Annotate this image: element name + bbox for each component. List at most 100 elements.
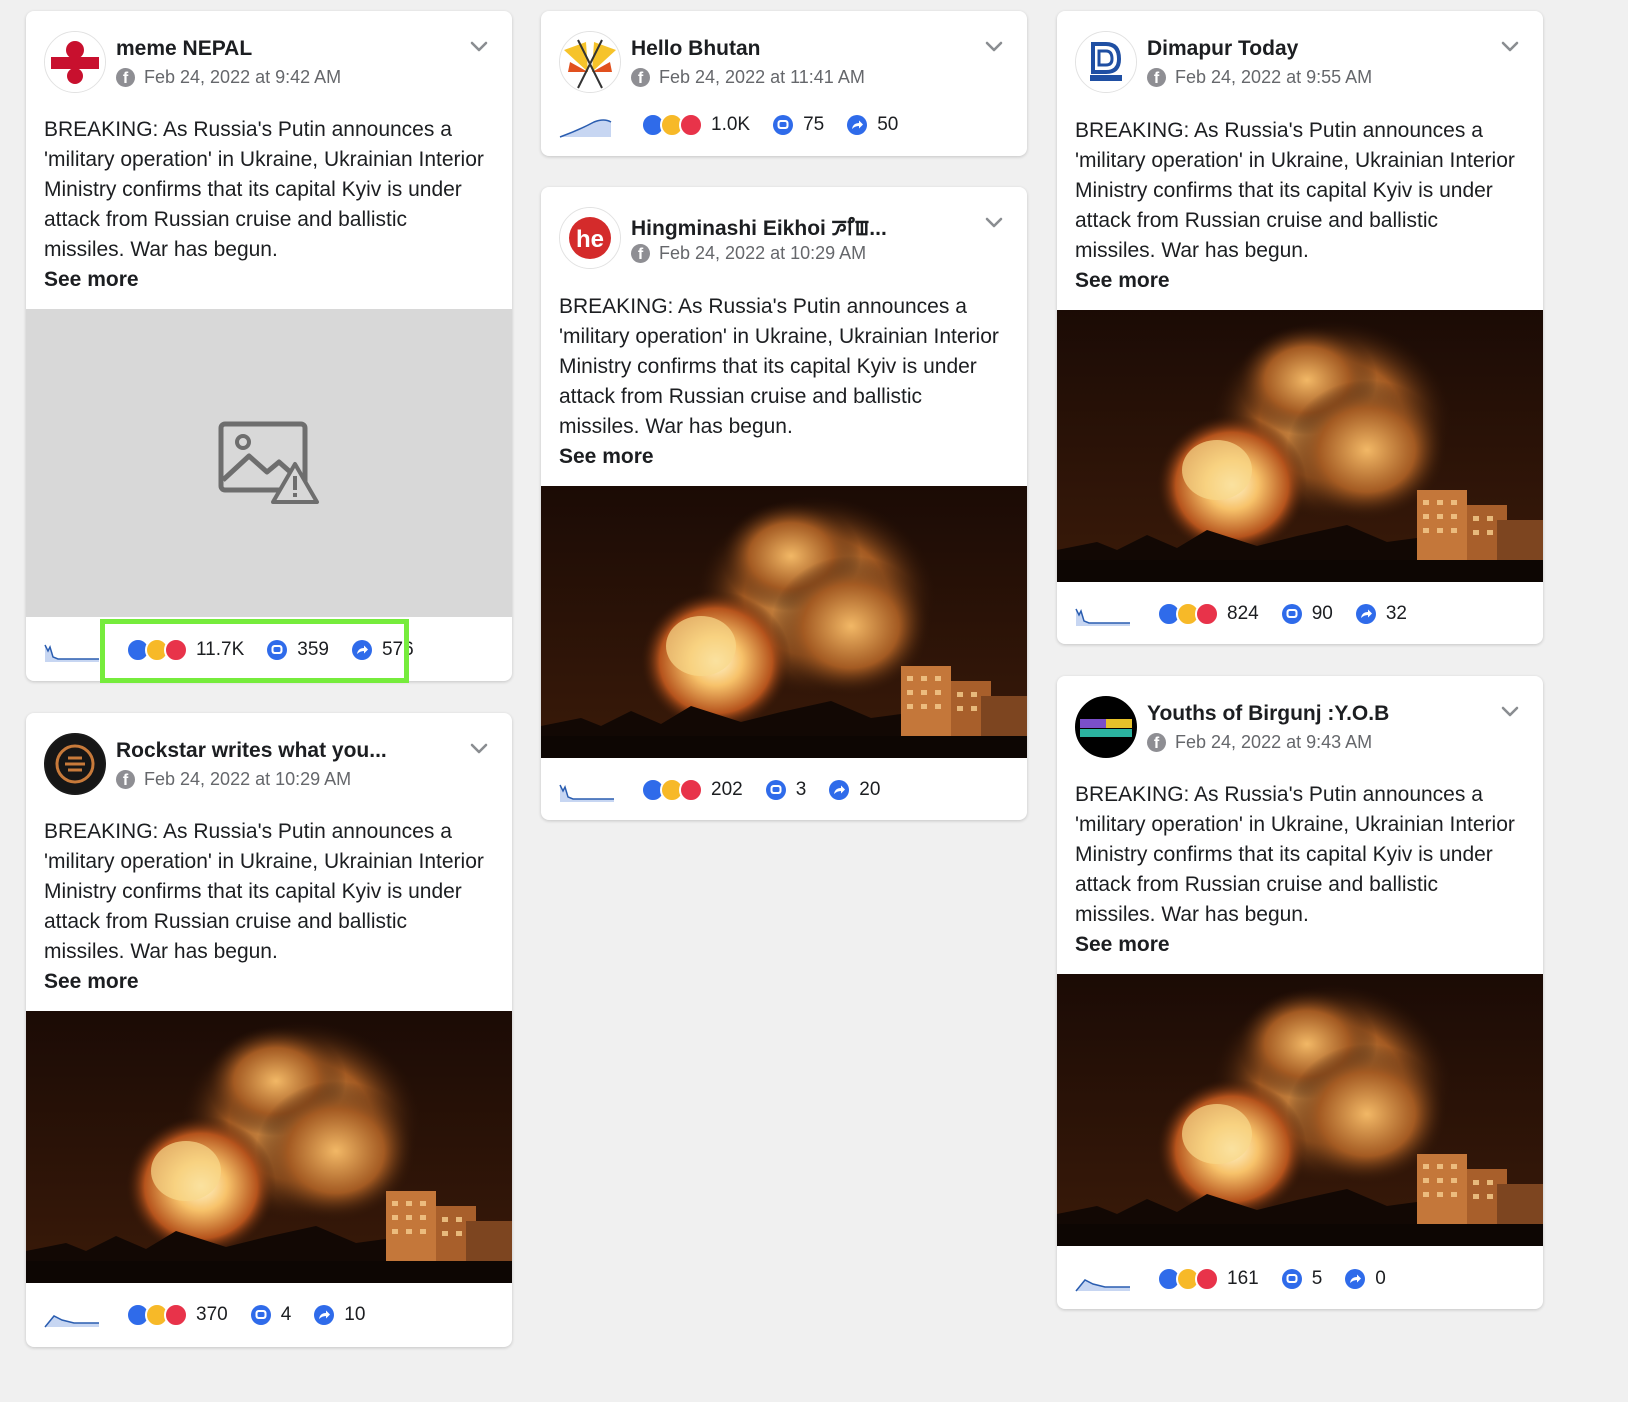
reactions-icon — [1157, 1267, 1219, 1291]
chevron-down-icon[interactable] — [1499, 700, 1521, 722]
shares-count: 0 — [1375, 1268, 1386, 1289]
page-name[interactable]: Dimapur Today — [1147, 37, 1298, 61]
sparkline-chart[interactable] — [559, 112, 615, 138]
facebook-icon: f — [1147, 733, 1166, 752]
post-header: he Hingminashi Eikhoi ꯍꯤꯡ... f Feb 24, 2… — [559, 207, 1009, 271]
hingminashi-logo-icon: he — [560, 208, 620, 268]
post-stats: 824 90 32 — [1075, 598, 1429, 630]
reactions-icon — [641, 778, 703, 802]
post-timestamp[interactable]: Feb 24, 2022 at 9:43 AM — [1175, 732, 1372, 753]
post-card: Youths of Birgunj :Y.O.B f Feb 24, 2022 … — [1057, 676, 1543, 1309]
facebook-icon: f — [116, 68, 135, 87]
comment-icon — [250, 1304, 272, 1326]
post-header: meme NEPAL f Feb 24, 2022 at 9:42 AM — [44, 31, 494, 95]
reactions-count: 824 — [1227, 603, 1259, 624]
youths-of-birgunj-logo-icon — [1076, 697, 1136, 757]
chevron-down-icon[interactable] — [983, 211, 1005, 233]
avatar[interactable]: he — [559, 207, 621, 269]
reactions-icon — [1157, 602, 1219, 626]
post-meta: f Feb 24, 2022 at 9:42 AM — [116, 67, 341, 88]
page-name[interactable]: Hingminashi Eikhoi ꯍꯤꯡ... — [631, 213, 887, 242]
sparkline-chart[interactable] — [44, 637, 100, 663]
love-icon — [679, 113, 703, 137]
post-header: Youths of Birgunj :Y.O.B f Feb 24, 2022 … — [1075, 696, 1525, 760]
avatar[interactable] — [44, 31, 106, 93]
sparkline-chart[interactable] — [559, 777, 615, 803]
post-header: Rockstar writes what you... f Feb 24, 20… — [44, 733, 494, 797]
post-text: BREAKING: As Russia's Putin announces a … — [1075, 780, 1521, 960]
post-image[interactable] — [1057, 974, 1543, 1246]
post-image[interactable] — [1057, 310, 1543, 582]
post-header: Dimapur Today f Feb 24, 2022 at 9:55 AM — [1075, 31, 1525, 95]
chevron-down-icon[interactable] — [983, 35, 1005, 57]
post-stats: 202 3 20 — [559, 774, 902, 806]
post-card: meme NEPAL f Feb 24, 2022 at 9:42 AM BRE… — [26, 11, 512, 681]
facebook-icon: f — [116, 770, 135, 789]
dimapur-today-logo-icon — [1076, 32, 1136, 92]
reactions-icon — [641, 113, 703, 137]
post-timestamp[interactable]: Feb 24, 2022 at 11:41 AM — [659, 67, 865, 88]
shares-count: 20 — [859, 779, 881, 800]
meme-nepal-logo-icon — [45, 32, 105, 92]
avatar[interactable] — [559, 31, 621, 93]
post-timestamp[interactable]: Feb 24, 2022 at 10:29 AM — [144, 769, 351, 790]
post-meta: f Feb 24, 2022 at 9:43 AM — [1147, 732, 1372, 753]
love-icon — [164, 1303, 188, 1327]
chevron-down-icon[interactable] — [468, 737, 490, 759]
facebook-icon: f — [631, 244, 650, 263]
post-stats: 370 4 10 — [44, 1299, 387, 1331]
shares-count: 10 — [344, 1304, 366, 1325]
comment-icon — [1281, 1268, 1303, 1290]
see-more-link[interactable]: See more — [44, 265, 490, 295]
post-text: BREAKING: As Russia's Putin announces a … — [559, 292, 1005, 472]
avatar[interactable] — [1075, 31, 1137, 93]
post-timestamp[interactable]: Feb 24, 2022 at 10:29 AM — [659, 243, 866, 264]
page-name[interactable]: Rockstar writes what you... — [116, 739, 387, 763]
sparkline-chart[interactable] — [1075, 601, 1131, 627]
reactions-icon — [126, 1303, 188, 1327]
reactions-count: 202 — [711, 779, 743, 800]
post-card: Hello Bhutan f Feb 24, 2022 at 11:41 AM … — [541, 11, 1027, 156]
comments-count: 3 — [795, 779, 807, 800]
post-image[interactable] — [26, 309, 512, 617]
avatar-initials: he — [576, 226, 604, 253]
page-name[interactable]: meme NEPAL — [116, 37, 252, 61]
comments-count: 90 — [1311, 603, 1333, 624]
stats-highlight-box — [100, 619, 409, 683]
sparkline-chart[interactable] — [1075, 1266, 1131, 1292]
post-message: BREAKING: As Russia's Putin announces a … — [44, 820, 484, 963]
see-more-link[interactable]: See more — [559, 442, 1005, 472]
comments-count: 4 — [280, 1304, 292, 1325]
post-card: Dimapur Today f Feb 24, 2022 at 9:55 AM … — [1057, 11, 1543, 644]
post-meta: f Feb 24, 2022 at 9:55 AM — [1147, 67, 1372, 88]
post-image[interactable] — [26, 1011, 512, 1283]
avatar[interactable] — [1075, 696, 1137, 758]
explosion-photo — [26, 1011, 512, 1283]
post-image[interactable] — [541, 486, 1027, 758]
page-name[interactable]: Youths of Birgunj :Y.O.B — [1147, 702, 1389, 726]
facebook-icon: f — [631, 68, 650, 87]
explosion-photo — [541, 486, 1027, 758]
post-header: Hello Bhutan f Feb 24, 2022 at 11:41 AM — [559, 31, 1009, 95]
post-text: BREAKING: As Russia's Putin announces a … — [44, 817, 490, 997]
see-more-link[interactable]: See more — [1075, 930, 1521, 960]
post-card: he Hingminashi Eikhoi ꯍꯤꯡ... f Feb 24, 2… — [541, 187, 1027, 820]
comment-icon — [772, 114, 794, 136]
see-more-link[interactable]: See more — [1075, 266, 1521, 296]
share-icon — [313, 1304, 335, 1326]
post-timestamp[interactable]: Feb 24, 2022 at 9:55 AM — [1175, 67, 1372, 88]
sparkline-chart[interactable] — [44, 1302, 100, 1328]
chevron-down-icon[interactable] — [1499, 35, 1521, 57]
shares-count: 32 — [1385, 603, 1407, 624]
reactions-count: 1.0K — [711, 114, 751, 135]
image-placeholder — [26, 309, 512, 617]
see-more-link[interactable]: See more — [44, 967, 490, 997]
avatar[interactable] — [44, 733, 106, 795]
page-name[interactable]: Hello Bhutan — [631, 37, 761, 61]
post-message: BREAKING: As Russia's Putin announces a … — [1075, 119, 1515, 262]
love-icon — [1195, 602, 1219, 626]
love-icon — [679, 778, 703, 802]
post-timestamp[interactable]: Feb 24, 2022 at 9:42 AM — [144, 67, 341, 88]
share-icon — [1355, 603, 1377, 625]
chevron-down-icon[interactable] — [468, 35, 490, 57]
